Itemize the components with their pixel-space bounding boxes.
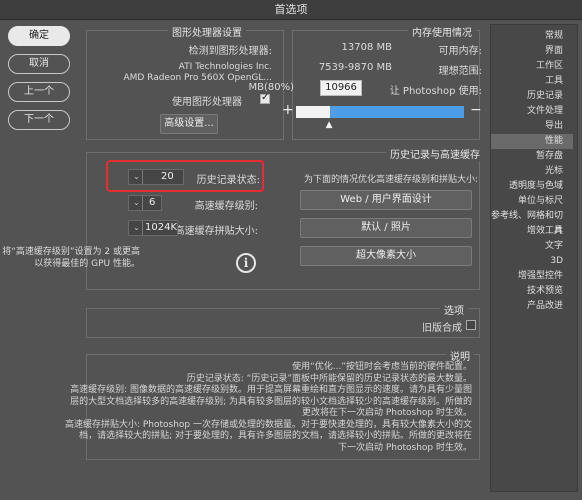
description-line: 层的大型文档选择较多的高速缓存级别; 为具有较多图层的较小文档选择较少的高速缓存…	[70, 396, 472, 407]
description-line: 使用“优化...”按钮时会考虑当前的硬件配置。	[292, 362, 472, 372]
memory-slider-fill	[329, 106, 464, 118]
legacy-compositing-checkbox[interactable]	[466, 320, 476, 330]
sidebar-item-interface[interactable]: 界面	[491, 44, 573, 59]
sidebar-item-guides-grid[interactable]: 参考线、网格和切片	[491, 209, 573, 236]
available-memory-value: 13708 MB	[341, 42, 392, 53]
memory-plus-button[interactable]: +	[282, 102, 294, 118]
history-states-select[interactable]: ⌄ 20	[128, 169, 184, 185]
sidebar-item-enhanced-controls[interactable]: 增强型控件	[491, 269, 573, 284]
description-line: 更改将在下一次启动 Photoshop 时生效。	[301, 408, 472, 418]
ok-button[interactable]: 确定	[8, 26, 70, 46]
sidebar-item-history[interactable]: 历史记录	[491, 89, 573, 104]
chevron-down-icon: ⌄	[131, 221, 143, 235]
cache-tile-size-label: 高速缓存拼贴大小:	[174, 226, 258, 237]
description-legend: 说明	[446, 348, 474, 363]
optimize-huge-pixels-button[interactable]: 超大像素大小	[300, 246, 472, 266]
sidebar-item-general[interactable]: 常规	[491, 29, 573, 44]
sidebar-item-3d[interactable]: 3D	[491, 254, 573, 269]
available-memory-label: 可用内存:	[438, 46, 482, 57]
gpu-detected-label: 检测到图形处理器:	[188, 46, 272, 57]
cache-levels-value: 6	[149, 197, 156, 208]
description-line: 历史记录状态: “历史记录”面板中所能保留的历史记录状态的最大数量。	[186, 373, 472, 384]
legacy-compositing-label: 旧版合成	[422, 323, 462, 334]
sidebar-item-export[interactable]: 导出	[491, 119, 573, 134]
optimize-default-photo-button[interactable]: 默认 / 照片	[300, 218, 472, 238]
memory-slider-track[interactable]	[296, 106, 464, 118]
sidebar-item-type[interactable]: 文字	[491, 239, 573, 254]
memory-usage-input[interactable]: 10966	[320, 80, 362, 96]
sidebar-item-units-rulers[interactable]: 单位与标尺	[491, 194, 573, 209]
options-panel	[86, 308, 480, 338]
preferences-sidebar: 常规 界面 工作区 工具 历史记录 文件处理 导出 性能 暂存盘 光标 透明度与…	[490, 24, 578, 492]
memory-usage-unit: MB(80%)	[248, 82, 294, 93]
cache-levels-label: 高速缓存级别:	[194, 201, 258, 212]
use-gpu-label: 使用图形处理器	[172, 97, 242, 108]
cache-note-line2: 以获得最佳的 GPU 性能。	[34, 259, 140, 269]
sidebar-item-product-improvement[interactable]: 产品改进	[491, 299, 573, 314]
history-states-label: 历史记录状态:	[196, 175, 260, 186]
chevron-down-icon: ⌄	[131, 170, 143, 184]
sidebar-item-tech-previews[interactable]: 技术预览	[491, 284, 573, 299]
cancel-button[interactable]: 取消	[8, 54, 70, 74]
optimize-cache-label: 为下面的情况优化高速缓存级别和拼贴大小:	[303, 175, 478, 185]
gpu-advanced-settings-button[interactable]: 高级设置...	[160, 114, 218, 134]
memory-slider-thumb[interactable]: ▲	[326, 120, 333, 130]
optimize-web-ui-button[interactable]: Web / 用户界面设计	[300, 190, 472, 210]
description-line: 档，请选择较大的拼贴; 对于要处理的，具有许多图层的文档，请选择较小的拼贴。所做…	[79, 431, 472, 441]
sidebar-item-scratch-disks[interactable]: 暂存盘	[491, 149, 573, 164]
options-legend: 选项	[440, 302, 468, 317]
history-states-value: 20	[161, 171, 174, 182]
gpu-settings-legend: 图形处理器设置	[168, 24, 246, 39]
window-title: 首选项	[274, 3, 308, 16]
window-title-bar: 首选项	[0, 0, 582, 20]
description-line: 高速缓存级别: 图像数据的高速缓存级别数。用于提高屏幕重绘和直方图显示的速度。请…	[70, 385, 472, 395]
sidebar-item-plugins[interactable]: 增效工具	[491, 224, 573, 239]
description-text: 使用“优化...”按钮时会考虑当前的硬件配置。 历史记录状态: “历史记录”面板…	[65, 362, 472, 454]
gpu-vendor: ATI Technologies Inc.	[178, 62, 272, 72]
description-line: 下一次启动 Photoshop 时生效。	[337, 442, 472, 453]
sidebar-item-file-handling[interactable]: 文件处理	[491, 104, 573, 119]
ideal-range-label: 理想范围:	[438, 66, 482, 77]
chevron-down-icon: ⌄	[131, 196, 143, 210]
cache-levels-select[interactable]: ⌄ 6	[128, 195, 162, 211]
ideal-range-value: 7539-9870 MB	[318, 62, 392, 73]
description-line: 高速缓存拼贴大小: Photoshop 一次存储或处理的数据量。对于要快速处理的…	[64, 419, 472, 430]
sidebar-item-performance[interactable]: 性能	[491, 134, 573, 149]
memory-usage-legend: 内存使用情况	[408, 24, 476, 39]
memory-minus-button[interactable]: −	[470, 102, 482, 118]
sidebar-item-workspace[interactable]: 工作区	[491, 59, 573, 74]
cache-tile-size-value: 1024K	[145, 222, 178, 233]
sidebar-item-transparency[interactable]: 透明度与色域	[491, 179, 573, 194]
info-icon: i	[236, 253, 256, 273]
use-gpu-checkbox[interactable]	[260, 92, 270, 104]
history-cache-legend: 历史记录与高速缓存	[386, 146, 484, 161]
sidebar-item-cursors[interactable]: 光标	[491, 164, 573, 179]
sidebar-item-tools[interactable]: 工具	[491, 74, 573, 89]
next-button[interactable]: 下一个	[8, 110, 70, 130]
prev-button[interactable]: 上一个	[8, 82, 70, 102]
photoshop-usage-label: 让 Photoshop 使用:	[389, 86, 482, 97]
cache-tile-size-select[interactable]: ⌄ 1024K	[128, 220, 178, 236]
